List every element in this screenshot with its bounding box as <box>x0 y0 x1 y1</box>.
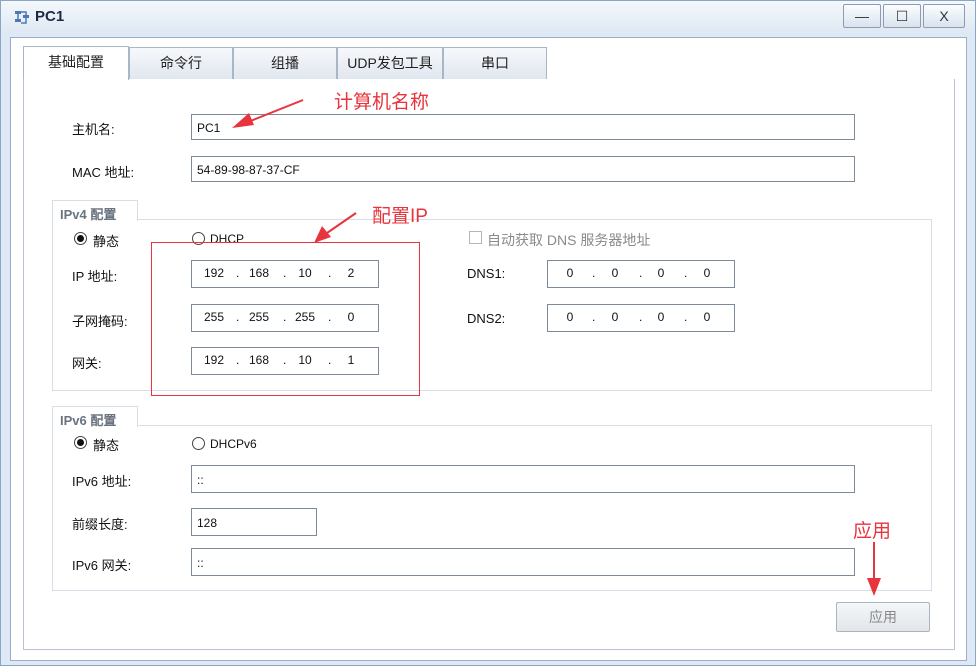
arrow-to-apply <box>867 542 881 596</box>
annotation-arrows <box>232 99 881 596</box>
arrow-to-hostname <box>232 99 304 128</box>
arrow-to-ip-config <box>314 212 357 243</box>
